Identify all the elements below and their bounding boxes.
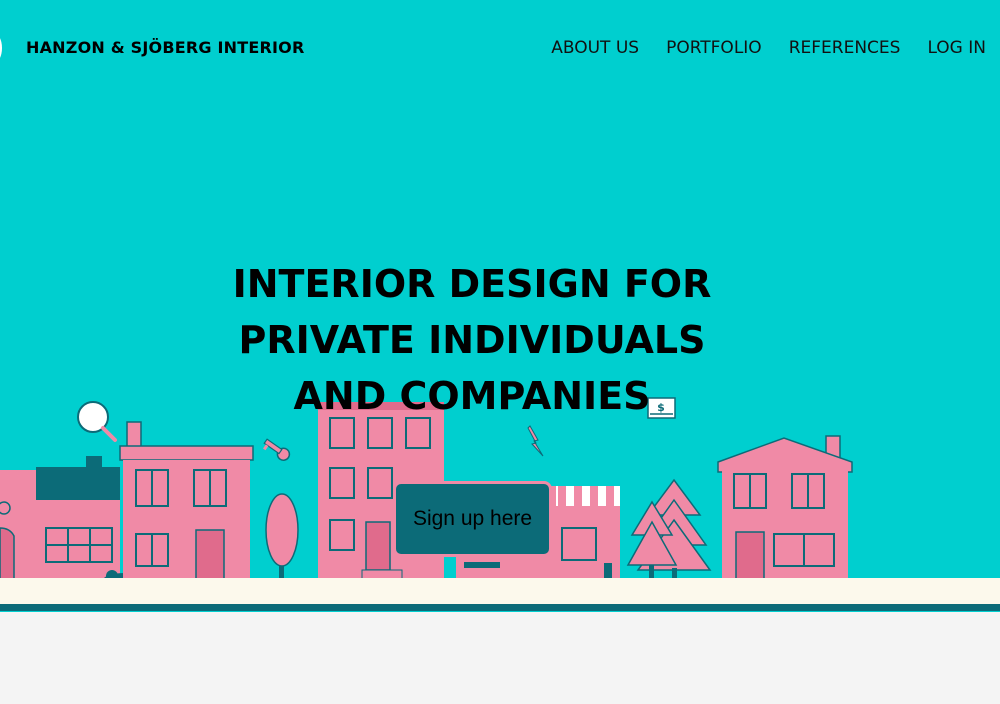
house-right	[717, 435, 853, 585]
hero-headline: INTERIOR DESIGN FOR PRIVATE INDIVIDUALS …	[222, 256, 722, 424]
hero-section: HANZON & SJÖBERG INTERIOR ABOUT US PORTF…	[0, 0, 1000, 612]
house-two	[119, 421, 254, 585]
main-nav: ABOUT US PORTFOLIO REFERENCES LOG IN	[551, 38, 986, 58]
ground-line	[0, 604, 1000, 611]
headline-line-2: PRIVATE INDIVIDUALS	[238, 318, 706, 362]
logo-mark[interactable]	[0, 33, 2, 63]
nav-log-in[interactable]: LOG IN	[927, 38, 986, 58]
ground-strip	[0, 578, 1000, 605]
lightning-icon	[527, 425, 544, 457]
tree-small	[265, 493, 299, 584]
brand-name[interactable]: HANZON & SJÖBERG INTERIOR	[26, 38, 304, 57]
house-left	[0, 456, 120, 585]
headline-line-3: AND COMPANIES	[293, 374, 651, 418]
key-icon	[263, 438, 291, 461]
headline-line-1: INTERIOR DESIGN FOR	[232, 262, 712, 306]
magnifier-icon	[77, 401, 117, 442]
nav-about-us[interactable]: ABOUT US	[551, 38, 639, 58]
sign-up-button[interactable]: Sign up here	[393, 481, 552, 557]
nav-references[interactable]: REFERENCES	[789, 38, 901, 58]
pine-trees	[626, 478, 712, 583]
nav-portfolio[interactable]: PORTFOLIO	[666, 38, 762, 58]
